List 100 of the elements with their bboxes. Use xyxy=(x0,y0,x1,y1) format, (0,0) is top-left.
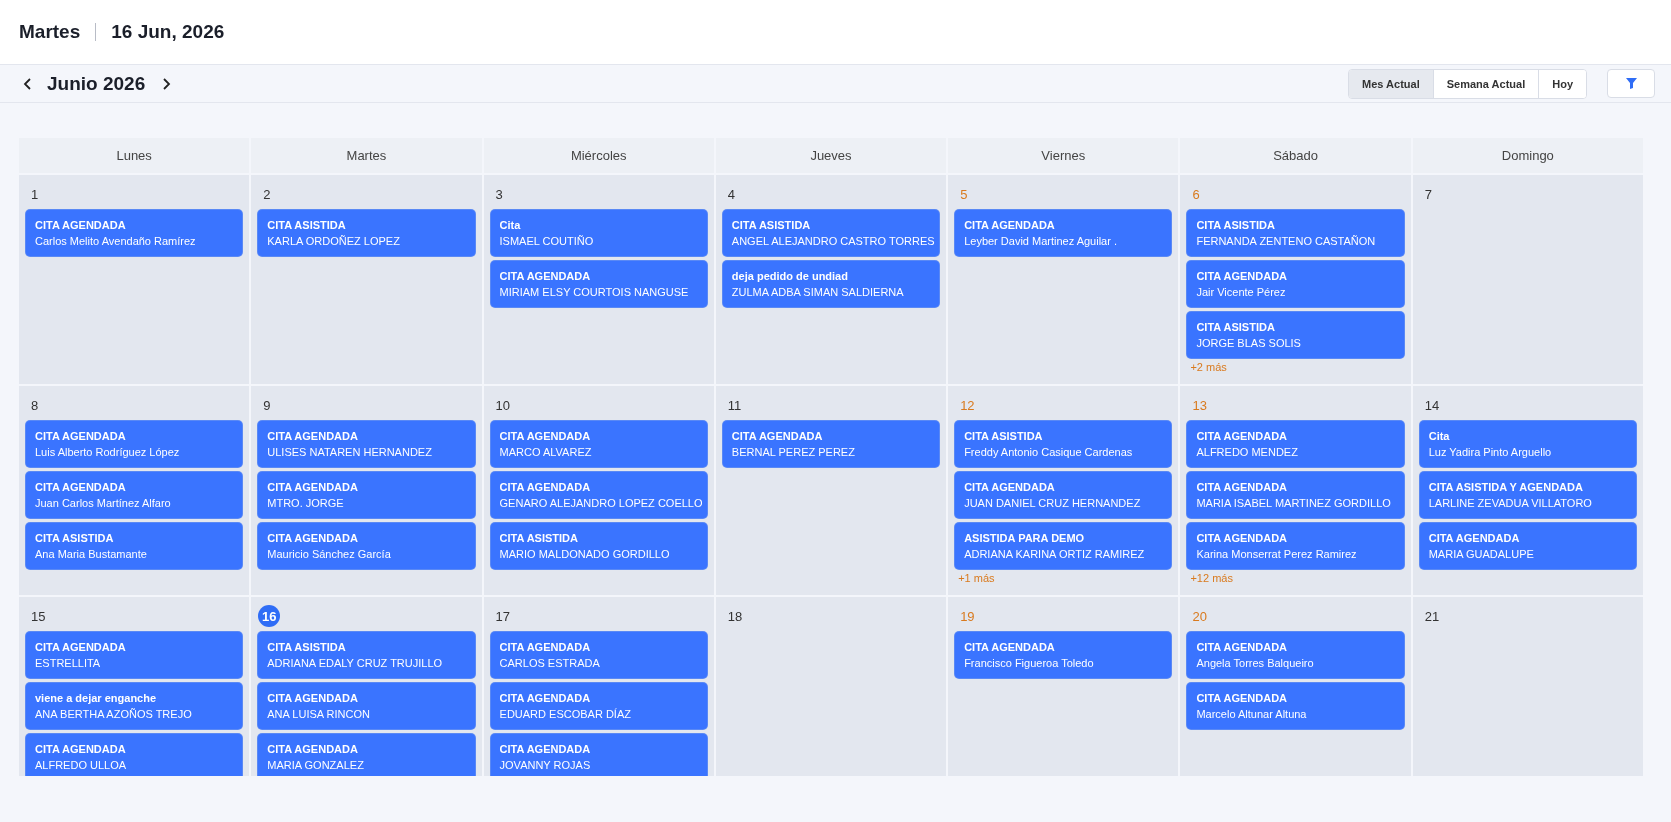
day-number: 13 xyxy=(1192,396,1207,415)
appointment-card[interactable]: CITA AGENDADA ESTRELLITA xyxy=(26,632,243,678)
appointment-card[interactable]: CITA AGENDADA Carlos Melito Avendaño Ramírez xyxy=(26,210,243,256)
weekday-header: Domingo xyxy=(1412,138,1643,173)
weekday-header: Martes xyxy=(251,138,482,173)
appointment-card[interactable]: CITA AGENDADA MARIA GONZALEZ xyxy=(258,734,475,776)
day-cell[interactable]: 10 CITA AGENDADA MARCO ALVAREZ CITA AGENDADA GENARO ALEJANDRO LOPEZ COELLO CITA ASISTIDA MARIO MALDONADO GORDILLO xyxy=(483,386,714,595)
appointment-card[interactable]: CITA AGENDADA Mauricio Sánchez García xyxy=(258,523,475,569)
appointment-card[interactable]: CITA AGENDADA JUAN DANIEL CRUZ HERNANDEZ xyxy=(955,472,1172,518)
appointment-title: CITA AGENDADA xyxy=(964,641,1055,653)
appointment-card[interactable]: CITA AGENDADA MARIA ISABEL MARTINEZ GORDILLO xyxy=(1187,472,1404,518)
day-cell[interactable]: 2 CITA ASISTIDA KARLA ORDOÑEZ LOPEZ xyxy=(251,175,482,384)
appointment-card[interactable]: CITA AGENDADA Angela Torres Balqueiro xyxy=(1187,632,1404,678)
day-cell[interactable]: 7 xyxy=(1412,175,1643,384)
more-events-link[interactable]: +2 más xyxy=(1190,361,1227,373)
appointment-card[interactable]: CITA AGENDADA Juan Carlos Martínez Alfaro xyxy=(26,472,243,518)
appointment-card[interactable]: CITA AGENDADA Leyber David Martinez Aguilar . xyxy=(955,210,1172,256)
patient-name: BERNAL PEREZ PEREZ xyxy=(731,446,855,458)
day-cell[interactable]: 6 CITA ASISTIDA FERNANDA ZENTENO CASTAÑON CITA AGENDADA Jair Vicente Pérez CITA ASISTIDA JORGE BLAS SOLIS +2 más xyxy=(1180,175,1411,384)
patient-name: MTRO. JORGE xyxy=(267,497,344,509)
appointment-card[interactable]: Cita ISMAEL COUTIÑO xyxy=(490,210,707,256)
more-events-link[interactable]: +12 más xyxy=(1190,572,1233,584)
day-cell[interactable]: 18 xyxy=(715,597,947,776)
patient-name: ISMAEL COUTIÑO xyxy=(499,235,594,247)
appointment-card[interactable]: CITA ASISTIDA Ana Maria Bustamante xyxy=(26,523,243,569)
day-cell[interactable]: 1 CITA AGENDADA Carlos Melito Avendaño Ramírez xyxy=(19,175,250,384)
appointment-card[interactable]: Cita Luz Yadira Pinto Arguello xyxy=(1419,421,1636,467)
view-toggle-button[interactable]: Hoy xyxy=(1538,69,1586,98)
appointment-card[interactable]: CITA AGENDADA Luis Alberto Rodríguez López xyxy=(26,421,243,467)
appointment-card[interactable]: CITA AGENDADA BERNAL PEREZ PEREZ xyxy=(722,421,940,467)
appointment-card[interactable]: ASISTIDA PARA DEMO ADRIANA KARINA ORTIZ RAMIREZ xyxy=(955,523,1172,569)
day-number: 2 xyxy=(263,185,271,204)
appointment-card[interactable]: CITA ASISTIDA FERNANDA ZENTENO CASTAÑON xyxy=(1187,210,1404,256)
day-cell[interactable]: 14 Cita Luz Yadira Pinto Arguello CITA ASISTIDA Y AGENDADA LARLINE ZEVADUA VILLATORO CITA AGENDADA MARIA GUADALUPE xyxy=(1412,386,1643,595)
patient-name: FERNANDA ZENTENO CASTAÑON xyxy=(1196,235,1376,247)
appointment-card[interactable]: CITA AGENDADA Marcelo Altunar Altuna xyxy=(1187,683,1404,729)
day-cell[interactable]: 4 CITA ASISTIDA ANGEL ALEJANDRO CASTRO TORRES deja pedido de undiad ZULMA ADBA SIMAN SALDIERNA xyxy=(715,175,947,384)
appointment-card[interactable]: CITA AGENDADA MIRIAM ELSY COURTOIS NANGUSE xyxy=(490,261,707,307)
patient-name: Luz Yadira Pinto Arguello xyxy=(1428,446,1552,458)
appointment-card[interactable]: CITA AGENDADA Jair Vicente Pérez xyxy=(1187,261,1404,307)
patient-name: MARIO MALDONADO GORDILLO xyxy=(499,548,670,560)
day-number: 8 xyxy=(31,396,39,415)
appointment-card[interactable]: CITA ASISTIDA Y AGENDADA LARLINE ZEVADUA VILLATORO xyxy=(1419,472,1636,518)
appointment-card[interactable]: CITA AGENDADA GENARO ALEJANDRO LOPEZ COELLO xyxy=(490,472,707,518)
appointment-card[interactable]: CITA ASISTIDA ADRIANA EDALY CRUZ TRUJILLO xyxy=(258,632,475,678)
patient-name: Francisco Figueroa Toledo xyxy=(964,657,1094,669)
appointment-title: CITA AGENDADA xyxy=(1196,641,1288,653)
patient-name: MARIA GONZALEZ xyxy=(267,759,364,771)
day-cell[interactable]: 9 CITA AGENDADA ULISES NATAREN HERNANDEZ CITA AGENDADA MTRO. JORGE CITA AGENDADA Mauricio Sánchez García xyxy=(251,386,482,595)
weekday-header: Jueves xyxy=(715,138,947,173)
day-cell[interactable]: 5 CITA AGENDADA Leyber David Martinez Aguilar . xyxy=(948,175,1179,384)
patient-name: Ana Maria Bustamante xyxy=(35,548,147,560)
appointment-card[interactable]: CITA AGENDADA MARIA GUADALUPE xyxy=(1419,523,1636,569)
day-number: 9 xyxy=(263,396,271,415)
day-cell[interactable]: 13 CITA AGENDADA ALFREDO MENDEZ CITA AGENDADA MARIA ISABEL MARTINEZ GORDILLO CITA AGENDADA Karina Monserrat Perez Ramirez +12 más xyxy=(1180,386,1411,595)
view-toggle-button[interactable]: Mes Actual xyxy=(1349,69,1433,98)
appointment-card[interactable]: CITA AGENDADA Francisco Figueroa Toledo xyxy=(955,632,1172,678)
appointment-card[interactable]: CITA AGENDADA Karina Monserrat Perez Ramirez xyxy=(1187,523,1404,569)
appointment-card[interactable]: CITA AGENDADA ULISES NATAREN HERNANDEZ xyxy=(258,421,475,467)
patient-name: Juan Carlos Martínez Alfaro xyxy=(35,497,171,509)
appointment-card[interactable]: CITA AGENDADA ALFREDO ULLOA xyxy=(26,734,243,776)
more-events-link[interactable]: +1 más xyxy=(958,572,995,584)
appointment-title: CITA AGENDADA xyxy=(964,219,1055,231)
appointment-title: viene a dejar enganche xyxy=(35,692,157,704)
day-cell[interactable]: 11 CITA AGENDADA BERNAL PEREZ PEREZ xyxy=(715,386,947,595)
day-number: 15 xyxy=(31,607,46,626)
day-cell[interactable]: 8 CITA AGENDADA Luis Alberto Rodríguez López CITA AGENDADA Juan Carlos Martínez Alfaro CITA ASISTIDA Ana Maria Bustamante xyxy=(19,386,250,595)
appointment-title: CITA ASISTIDA xyxy=(499,532,578,544)
filter-button[interactable] xyxy=(1607,69,1655,98)
day-number: 20 xyxy=(1192,607,1207,626)
day-number: 12 xyxy=(960,396,975,415)
appointment-card[interactable]: viene a dejar enganche ANA BERTHA AZOÑOS TREJO xyxy=(26,683,243,729)
day-cell[interactable]: 19 CITA AGENDADA Francisco Figueroa Toledo xyxy=(948,597,1179,776)
patient-name: ADRIANA EDALY CRUZ TRUJILLO xyxy=(267,657,443,669)
day-cell[interactable]: 15 CITA AGENDADA ESTRELLITA viene a dejar enganche ANA BERTHA AZOÑOS TREJO CITA AGENDADA ALFREDO ULLOA xyxy=(19,597,250,776)
appointment-card[interactable]: CITA AGENDADA ANA LUISA RINCON xyxy=(258,683,475,729)
appointment-card[interactable]: CITA ASISTIDA ANGEL ALEJANDRO CASTRO TORRES xyxy=(722,210,940,256)
day-number: 10 xyxy=(495,396,511,415)
appointment-card[interactable]: CITA AGENDADA CARLOS ESTRADA xyxy=(490,632,707,678)
appointment-card[interactable]: CITA AGENDADA JOVANNY ROJAS xyxy=(490,734,707,776)
day-cell[interactable]: 21 xyxy=(1412,597,1643,776)
day-cell[interactable]: 20 CITA AGENDADA Angela Torres Balqueiro CITA AGENDADA Marcelo Altunar Altuna xyxy=(1180,597,1411,776)
appointment-card[interactable]: CITA AGENDADA MTRO. JORGE xyxy=(258,472,475,518)
appointment-title: CITA ASISTIDA xyxy=(1196,321,1275,333)
day-cell[interactable]: 17 CITA AGENDADA CARLOS ESTRADA CITA AGENDADA EDUARD ESCOBAR DÍAZ CITA AGENDADA JOVANNY ROJAS xyxy=(483,597,714,776)
day-cell[interactable]: 3 Cita ISMAEL COUTIÑO CITA AGENDADA MIRIAM ELSY COURTOIS NANGUSE xyxy=(483,175,714,384)
patient-name: ADRIANA KARINA ORTIZ RAMIREZ xyxy=(964,548,1145,560)
appointment-title: CITA AGENDADA xyxy=(267,430,358,442)
appointment-card[interactable]: CITA ASISTIDA MARIO MALDONADO GORDILLO xyxy=(490,523,707,569)
patient-name: ANGEL ALEJANDRO CASTRO TORRES xyxy=(731,235,935,247)
day-cell[interactable]: 16 CITA ASISTIDA ADRIANA EDALY CRUZ TRUJILLO CITA AGENDADA ANA LUISA RINCON CITA AGENDADA MARIA GONZALEZ xyxy=(251,597,482,776)
appointment-card[interactable]: CITA AGENDADA EDUARD ESCOBAR DÍAZ xyxy=(490,683,707,729)
appointment-card[interactable]: CITA ASISTIDA KARLA ORDOÑEZ LOPEZ xyxy=(258,210,475,256)
appointment-card[interactable]: CITA ASISTIDA Freddy Antonio Casique Cardenas xyxy=(955,421,1172,467)
appointment-card[interactable]: CITA AGENDADA ALFREDO MENDEZ xyxy=(1187,421,1404,467)
appointment-card[interactable]: CITA AGENDADA MARCO ALVAREZ xyxy=(490,421,707,467)
day-cell[interactable]: 12 CITA ASISTIDA Freddy Antonio Casique Cardenas CITA AGENDADA JUAN DANIEL CRUZ HERNANDEZ ASISTIDA PARA DEMO ADRIANA KARINA ORTIZ RAMIREZ +1 más xyxy=(948,386,1179,595)
appointment-card[interactable]: deja pedido de undiad ZULMA ADBA SIMAN SALDIERNA xyxy=(722,261,940,307)
appointment-card[interactable]: CITA ASISTIDA JORGE BLAS SOLIS xyxy=(1187,312,1404,358)
day-number: 19 xyxy=(960,607,975,626)
